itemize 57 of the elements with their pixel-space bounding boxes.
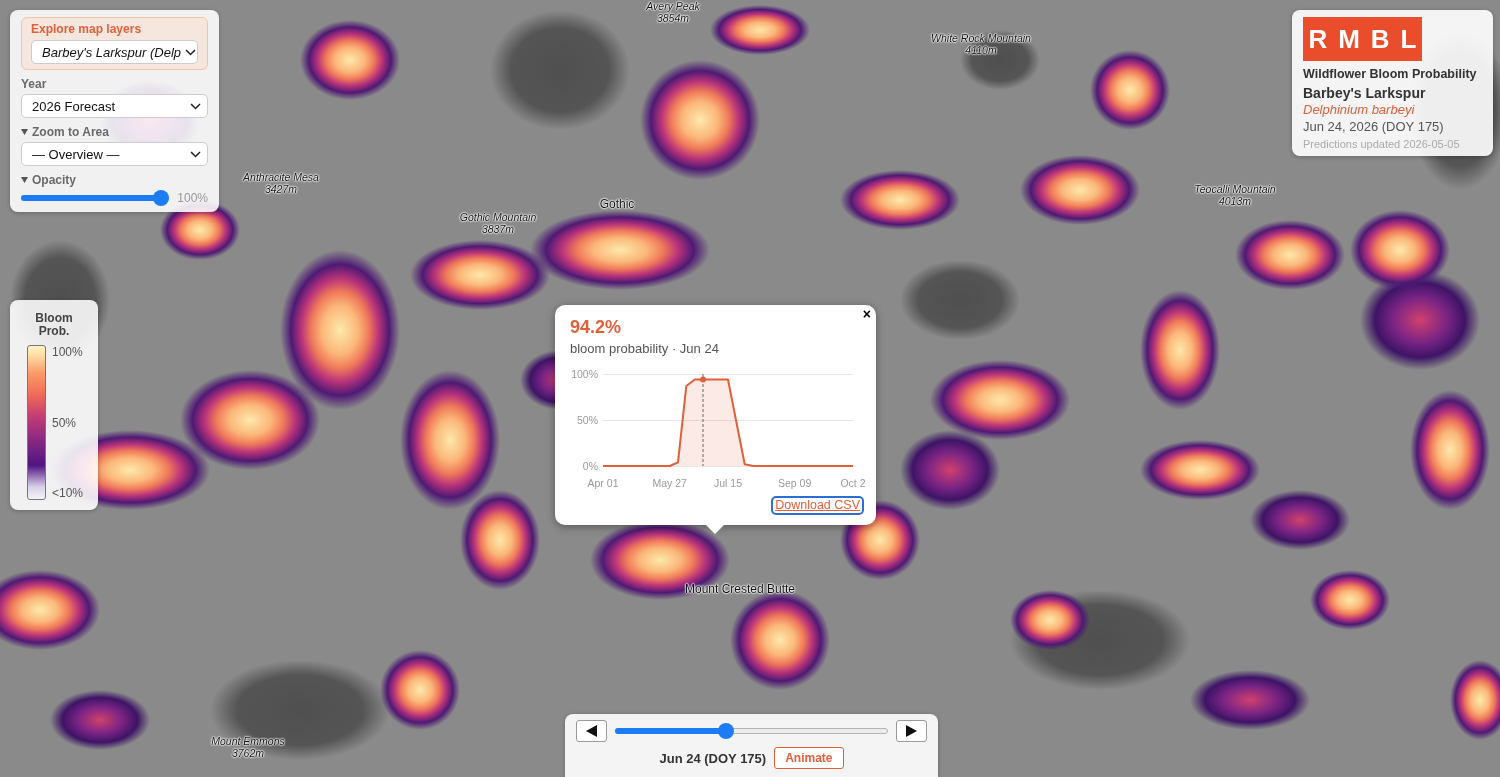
slider-handle[interactable] — [717, 723, 734, 739]
card-title: Wildflower Bloom Probability — [1303, 67, 1478, 82]
dropdown-select[interactable]: 2026 Forecast — [21, 94, 208, 118]
previous-day-button[interactable] — [576, 720, 607, 742]
selected-date: Jun 24 (DOY 175) — [659, 750, 767, 766]
scale-label: <10% — [52, 486, 84, 500]
slider-value: 100% — [177, 191, 208, 205]
peak-elevation-label: 4013m — [1218, 195, 1252, 207]
triangle-left-icon — [586, 725, 597, 737]
section-toggle[interactable]: Zoom to Area — [21, 125, 109, 139]
peak-elevation-label: 3762m — [231, 747, 265, 759]
species-name: Barbey's Larkspur — [1303, 85, 1427, 102]
peak-name-label: Teocalli Mountain — [1194, 183, 1276, 195]
x-axis-label: Oct 2 — [840, 477, 866, 489]
chevron-down-icon — [185, 48, 197, 56]
slider-handle[interactable] — [153, 190, 170, 206]
triangle-right-icon — [906, 725, 917, 737]
scientific-name: Delphinium barbeyi — [1303, 102, 1416, 117]
forecast-date: Jun 24, 2026 (DOY 175) — [1303, 119, 1445, 135]
layer-picker-title: Explore map layers — [31, 22, 143, 37]
x-axis-label: Sep 09 — [778, 477, 812, 489]
dropdown-select[interactable]: — Overview — — [21, 142, 208, 166]
scale-label: 100% — [52, 345, 84, 359]
chevron-down-icon — [190, 150, 201, 158]
y-axis-label: 100% — [571, 368, 598, 380]
probability-caption: bloom probability · Jun 24 — [570, 341, 720, 357]
peak-elevation-label: 3427m — [264, 183, 298, 195]
layer-select[interactable]: Barbey's Larkspur (Delp — [31, 40, 198, 64]
peak-name-label: Mount Emmons — [211, 735, 285, 747]
x-axis-label: Apr 01 — [587, 477, 619, 489]
chevron-down-icon — [190, 102, 201, 110]
field-label: Year — [21, 77, 47, 91]
peak-name-label: White Rock Mountain — [931, 32, 1031, 44]
x-axis-label: May 27 — [652, 477, 687, 489]
y-axis-label: 0% — [582, 460, 598, 472]
x-axis-label: Jul 15 — [714, 477, 742, 489]
peak-name-label: Anthracite Mesa — [243, 171, 319, 183]
date-slider[interactable] — [615, 723, 888, 739]
peak-name-label: Avery Peak — [646, 0, 700, 12]
logo: RMBL — [1303, 17, 1422, 61]
update-note: Predictions updated 2026-05-05 — [1303, 138, 1461, 151]
section-toggle[interactable]: Opacity — [21, 173, 76, 187]
animate-button[interactable]: Animate — [774, 747, 844, 769]
peak-name-label: Gothic Mountain — [459, 211, 537, 223]
peak-elevation-label: 3837m — [481, 223, 515, 235]
probability-value: 94.2% — [570, 317, 623, 338]
download-link[interactable]: Download CSV — [773, 498, 862, 513]
peak-elevation-label: 3854m — [656, 12, 690, 24]
town-name-label: Gothic — [599, 197, 635, 211]
town-name-label: Mount Crested Butte — [684, 582, 796, 596]
next-day-button[interactable] — [896, 720, 927, 742]
close-button[interactable]: × — [860, 307, 873, 321]
triangle-down-icon — [21, 177, 28, 183]
y-axis-label: 50% — [577, 414, 598, 426]
legend-title: Bloom Prob. — [34, 312, 74, 338]
triangle-down-icon — [21, 129, 28, 135]
scale-label: 50% — [52, 415, 78, 430]
